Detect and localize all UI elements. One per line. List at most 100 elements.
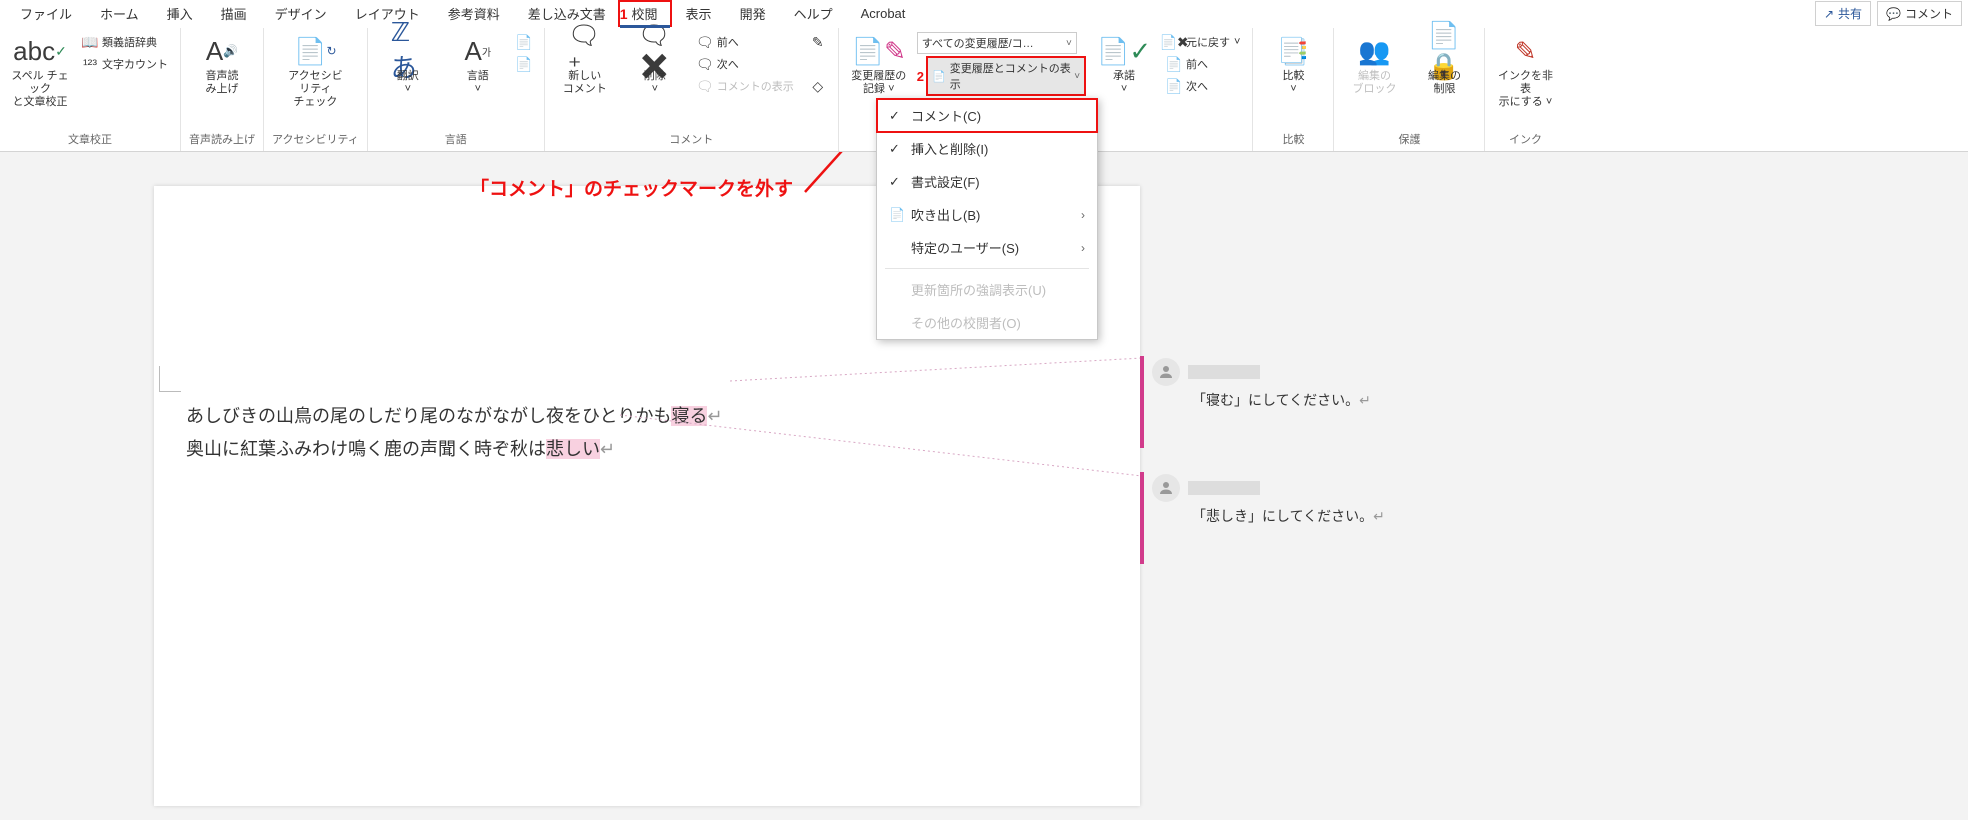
comment-text: 「寝む」にしてください。↵ [1152, 390, 1452, 410]
lang-sm1[interactable]: 📄 [512, 32, 536, 52]
restrict-editing-button[interactable]: 📄🔒 編集の 制限 [1412, 32, 1476, 98]
menu-item-users[interactable]: 特定のユーザー(S)› [877, 231, 1097, 264]
menu-mailings[interactable]: 差し込み文書 [514, 0, 620, 27]
doc-line-1[interactable]: あしびきの山鳥の尾のしだり尾のながながし夜をひとりかも寝る↵ [186, 399, 723, 433]
doc-icon: 📄 [516, 56, 532, 72]
comment-icon: 💬 [1886, 7, 1901, 21]
next-icon: 🗨 [697, 56, 713, 72]
check-icon: ✓ [889, 141, 903, 157]
comment-marker-1[interactable] [1140, 356, 1144, 448]
annotation-2: 2 [917, 69, 924, 84]
wordcount-button[interactable]: ¹²³文字カウント [78, 54, 172, 74]
comment-next-button[interactable]: 🗨次へ [693, 54, 798, 74]
comment-2[interactable]: 「悲しき」にしてください。↵ [1152, 474, 1452, 526]
chevron-right-icon: › [1081, 208, 1085, 222]
avatar-icon [1152, 358, 1180, 386]
menu-design[interactable]: デザイン [261, 0, 341, 27]
comment-1[interactable]: 「寝む」にしてください。↵ [1152, 358, 1452, 410]
accept-icon: 📄✓ [1107, 34, 1141, 68]
comment-author [1188, 365, 1260, 379]
menu-acrobat[interactable]: Acrobat [847, 2, 920, 25]
lock-icon: 📄🔒 [1427, 34, 1461, 68]
check-icon: ✓ [889, 108, 903, 124]
language-icon: A가 [461, 34, 495, 68]
read-aloud-icon: A🔊 [205, 34, 239, 68]
language-button[interactable]: A가 言語˅ [446, 32, 510, 98]
compare-button[interactable]: 📑 比較˅ [1261, 32, 1325, 98]
menu-bar: ファイル ホーム 挿入 描画 デザイン レイアウト 参考資料 差し込み文書 1 … [0, 0, 1968, 28]
menu-review[interactable]: 校閲 [618, 0, 672, 27]
eraser-button[interactable]: ◇ [806, 76, 830, 96]
share-icon: ↗ [1824, 7, 1834, 21]
show-comments-icon: 🗨 [697, 78, 713, 94]
accept-button[interactable]: 📄✓ 承諾˅ [1092, 32, 1156, 98]
accessibility-icon: 📄↻ [298, 34, 332, 68]
prev-change-icon: 📄 [1166, 56, 1182, 72]
new-comment-icon: 🗨⁺ [568, 34, 602, 68]
delete-comment-button[interactable]: 🗨✖ 削除˅ [623, 32, 687, 98]
group-accessibility: 📄↻ アクセシビリティ チェック アクセシビリティ [264, 28, 368, 151]
doc-icon: 📄 [516, 34, 532, 50]
comment-text: 「悲しき」にしてください。↵ [1152, 506, 1452, 526]
compare-icon: 📑 [1276, 34, 1310, 68]
hide-ink-button[interactable]: ✎ インクを非表 示にする ˅ [1493, 32, 1557, 112]
new-comment-button[interactable]: 🗨⁺ 新しい コメント [553, 32, 617, 98]
menu-item-balloons[interactable]: 📄吹き出し(B)› [877, 198, 1097, 231]
show-comments-button[interactable]: 🗨コメントの表示 [693, 76, 798, 96]
comment-marker-2[interactable] [1140, 472, 1144, 564]
comment-prev-button[interactable]: 🗨前へ [693, 32, 798, 52]
show-markup-dropdown[interactable]: 📄変更履歴とコメントの表示 ˅ [926, 56, 1086, 96]
avatar-icon [1152, 474, 1180, 502]
group-compare: 📑 比較˅ 比較 [1253, 28, 1334, 151]
menu-view[interactable]: 表示 [672, 0, 726, 27]
thesaurus-button[interactable]: 📖類義語辞典 [78, 32, 172, 52]
share-button[interactable]: ↗共有 [1815, 1, 1871, 26]
group-label: コメント [669, 129, 713, 151]
menu-item-insertions[interactable]: ✓挿入と削除(I) [877, 132, 1097, 165]
display-for-review-dropdown[interactable]: すべての変更履歴/コ…˅ [917, 32, 1077, 54]
prev-icon: 🗨 [697, 34, 713, 50]
highlight-2: 悲しい [546, 439, 600, 459]
menu-insert[interactable]: 挿入 [153, 0, 207, 27]
menu-developer[interactable]: 開発 [726, 0, 780, 27]
group-protect: 👥 編集の ブロック 📄🔒 編集の 制限 保護 [1334, 28, 1485, 151]
group-speech: A🔊 音声読 み上げ 音声読み上げ [181, 28, 264, 151]
track-changes-button[interactable]: 📄✎ 変更履歴の 記録 ˅ [847, 32, 911, 98]
annotation-callout: 「コメント」のチェックマークを外す [470, 174, 793, 201]
spellcheck-button[interactable]: abc✓ スペル チェック と文章校正 [8, 32, 72, 112]
translate-button[interactable]: ℤあ 翻訳˅ [376, 32, 440, 98]
group-label: 音声読み上げ [189, 129, 255, 151]
group-label: 言語 [445, 129, 467, 151]
change-next-button[interactable]: 📄次へ [1162, 76, 1244, 96]
translate-icon: ℤあ [391, 34, 425, 68]
people-icon: 👥 [1357, 34, 1391, 68]
group-label: 保護 [1398, 129, 1420, 151]
spellcheck-icon: abc✓ [23, 34, 57, 68]
menu-item-comments[interactable]: ✓コメント(C) [877, 99, 1097, 132]
ink-comment-button[interactable]: ✎ [806, 32, 830, 52]
group-comments: 🗨⁺ 新しい コメント 🗨✖ 削除˅ 🗨前へ 🗨次へ 🗨コメントの表示 ✎ ◇ … [545, 28, 839, 151]
read-aloud-button[interactable]: A🔊 音声読 み上げ [190, 32, 254, 98]
menu-references[interactable]: 参考資料 [434, 0, 514, 27]
menu-item-formatting[interactable]: ✓書式設定(F) [877, 165, 1097, 198]
chevron-right-icon: › [1081, 241, 1085, 255]
hide-ink-icon: ✎ [1508, 34, 1542, 68]
highlight-1: 寝る [671, 406, 707, 426]
group-label: インク [1509, 129, 1542, 151]
accessibility-button[interactable]: 📄↻ アクセシビリティ チェック [283, 32, 347, 112]
lang-sm2[interactable]: 📄 [512, 54, 536, 74]
group-label: 文章校正 [68, 129, 112, 151]
delete-comment-icon: 🗨✖ [638, 34, 672, 68]
change-prev-button[interactable]: 📄前へ [1162, 54, 1244, 74]
reject-button[interactable]: 📄✖元に戻す ˅ [1162, 32, 1244, 52]
reject-icon: 📄✖ [1166, 34, 1182, 50]
comment-button[interactable]: 💬コメント [1877, 1, 1962, 26]
menu-file[interactable]: ファイル [6, 0, 86, 27]
menu-separator [885, 268, 1089, 269]
group-label: 比較 [1282, 129, 1304, 151]
check-icon: ✓ [889, 174, 903, 190]
menu-draw[interactable]: 描画 [207, 0, 261, 27]
menu-help[interactable]: ヘルプ [780, 0, 847, 27]
doc-line-2[interactable]: 奥山に紅葉ふみわけ鳴く鹿の声聞く時ぞ秋は悲しい↵ [186, 432, 615, 466]
menu-home[interactable]: ホーム [86, 0, 153, 27]
